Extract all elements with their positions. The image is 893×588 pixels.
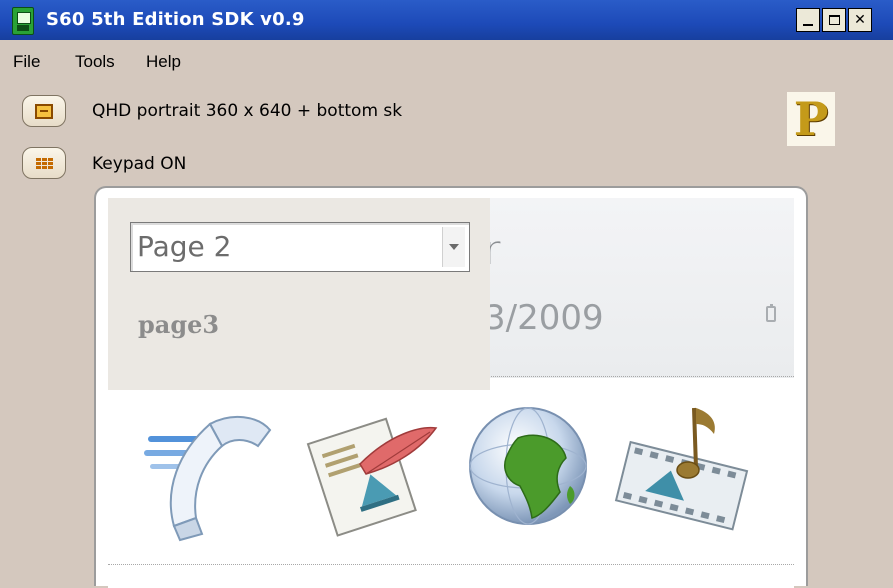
maximize-button[interactable] xyxy=(822,8,846,32)
keypad-label: Keypad ON xyxy=(92,154,187,174)
dropdown-arrow-button[interactable] xyxy=(442,227,465,267)
menu-help[interactable]: Help xyxy=(146,52,181,72)
menu-bar: File Tools Help xyxy=(0,42,893,82)
menu-tools[interactable]: Tools xyxy=(75,52,115,72)
phone-icon[interactable] xyxy=(140,394,290,544)
close-icon: ✕ xyxy=(854,12,866,28)
page-option[interactable]: page3 xyxy=(138,310,219,339)
p-logo-icon: P xyxy=(787,92,835,146)
messaging-icon[interactable] xyxy=(290,394,440,544)
layout-button[interactable] xyxy=(22,95,66,127)
page-select-dropdown[interactable]: Page 2 xyxy=(130,222,470,272)
title-bar: S60 5th Edition SDK v0.9 ✕ xyxy=(0,0,893,40)
media-icon[interactable] xyxy=(608,394,758,544)
minimize-icon xyxy=(803,24,813,26)
page-selector-panel: Page 2 page3 xyxy=(108,198,490,390)
keypad-icon xyxy=(35,157,53,169)
web-globe-icon[interactable] xyxy=(458,394,608,544)
battery-icon xyxy=(766,304,776,322)
keypad-button[interactable] xyxy=(22,147,66,179)
close-button[interactable]: ✕ xyxy=(848,8,872,32)
chevron-down-icon xyxy=(449,244,459,250)
minimize-button[interactable] xyxy=(796,8,820,32)
app-icons-row xyxy=(108,394,794,564)
separator-line xyxy=(108,564,794,565)
layout-icon xyxy=(35,103,53,119)
phone-app-icon[interactable] xyxy=(12,7,34,35)
menu-file[interactable]: File xyxy=(13,52,40,72)
background-date: 3/2009 xyxy=(484,298,604,338)
page-select-value: Page 2 xyxy=(137,230,232,263)
maximize-icon xyxy=(828,15,840,25)
window-title: S60 5th Edition SDK v0.9 xyxy=(46,9,305,30)
phone-frame: r 3/2009 Page 2 page3 xyxy=(94,186,808,588)
phone-screen[interactable]: r 3/2009 Page 2 page3 xyxy=(108,198,794,588)
layout-label: QHD portrait 360 x 640 + bottom sk xyxy=(92,101,403,121)
app-icon-keys xyxy=(17,25,29,31)
app-icon-screen xyxy=(17,12,31,24)
